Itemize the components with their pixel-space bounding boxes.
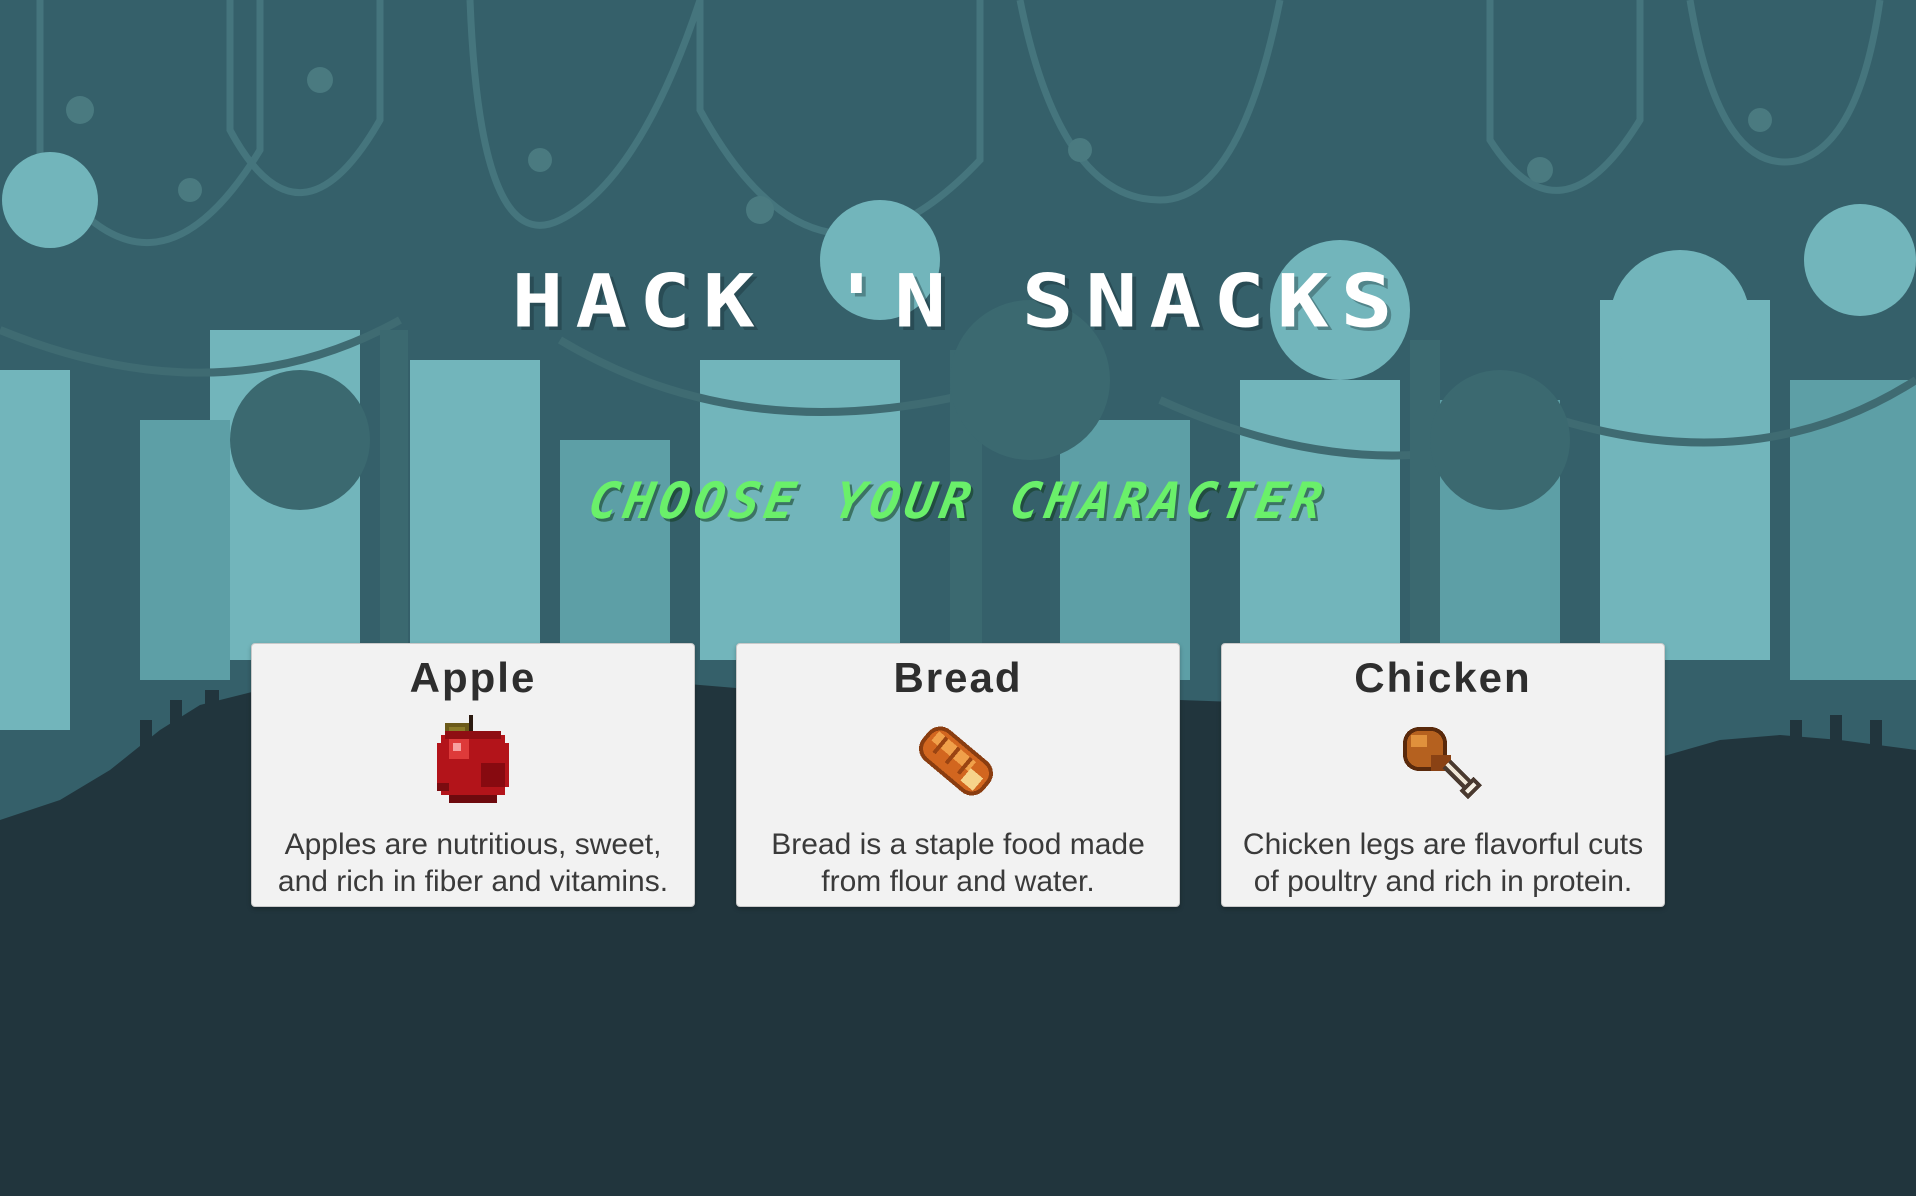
character-card-chicken[interactable]: Chicken Chicken legs are flavorful cuts … [1221,643,1665,907]
character-name: Apple [409,654,537,701]
apple-icon [429,714,517,812]
bread-icon [912,717,1004,810]
game-title: HACK 'N SNACKS [511,259,1405,345]
character-card-bread[interactable]: Bread Bread is a staple food made from f… [736,643,1180,907]
character-name: Bread [893,654,1023,701]
chicken-leg-icon [1399,719,1487,808]
character-select-list: Apple Apples are nutritious, sweet, and … [251,643,1665,907]
character-description: Bread is a staple food made from flour a… [771,828,1145,898]
character-description: Apples are nutritious, sweet, and rich i… [277,828,669,898]
character-name: Chicken [1354,654,1532,701]
character-description: Chicken legs are flavorful cuts of poult… [1242,828,1644,898]
choose-character-heading: CHOOSE YOUR CHARACTER [584,472,1332,530]
forest-background [0,0,1916,1196]
character-card-apple[interactable]: Apple Apples are nutritious, sweet, and … [251,643,695,907]
